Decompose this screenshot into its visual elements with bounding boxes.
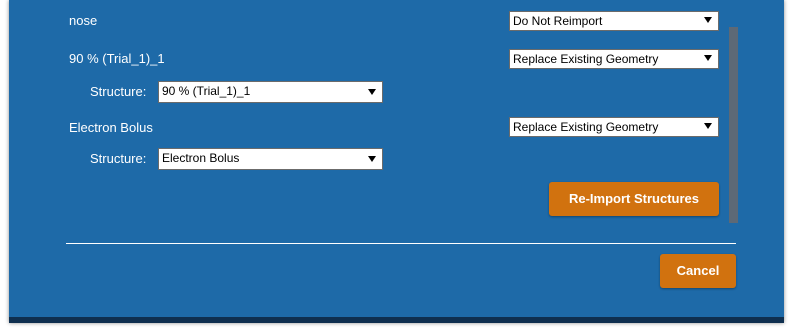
select-value: Replace Existing Geometry: [513, 52, 659, 66]
structure-label: Structure:: [90, 84, 147, 99]
reimport-dialog: nose Do Not Reimport 90 % (Trial_1)_1 Re…: [9, 0, 784, 323]
dropdown-arrow-icon: [704, 17, 712, 23]
reimport-action-select-electron-bolus[interactable]: Replace Existing Geometry: [509, 117, 719, 137]
dropdown-arrow-icon: [368, 89, 376, 95]
select-value: Electron Bolus: [162, 151, 240, 165]
dropdown-arrow-icon: [368, 156, 376, 162]
structure-name-trial: 90 % (Trial_1)_1: [69, 51, 165, 66]
reimport-structures-button[interactable]: Re-Import Structures: [549, 182, 719, 216]
reimport-action-select-nose[interactable]: Do Not Reimport: [509, 11, 719, 31]
cancel-button[interactable]: Cancel: [660, 254, 736, 288]
structure-select-electron-bolus[interactable]: Electron Bolus: [158, 148, 383, 170]
scrollbar[interactable]: [729, 27, 738, 223]
structure-label: Structure:: [90, 151, 147, 166]
reimport-action-select-trial[interactable]: Replace Existing Geometry: [509, 49, 719, 69]
select-value: 90 % (Trial_1)_1: [162, 84, 251, 98]
dropdown-arrow-icon: [704, 55, 712, 61]
structure-select-trial[interactable]: 90 % (Trial_1)_1: [158, 81, 383, 103]
structure-name-nose: nose: [69, 13, 98, 28]
dropdown-arrow-icon: [704, 123, 712, 129]
select-value: Do Not Reimport: [513, 14, 603, 28]
divider: [66, 243, 736, 244]
select-value: Replace Existing Geometry: [513, 120, 659, 134]
structure-name-electron-bolus: Electron Bolus: [69, 120, 153, 135]
